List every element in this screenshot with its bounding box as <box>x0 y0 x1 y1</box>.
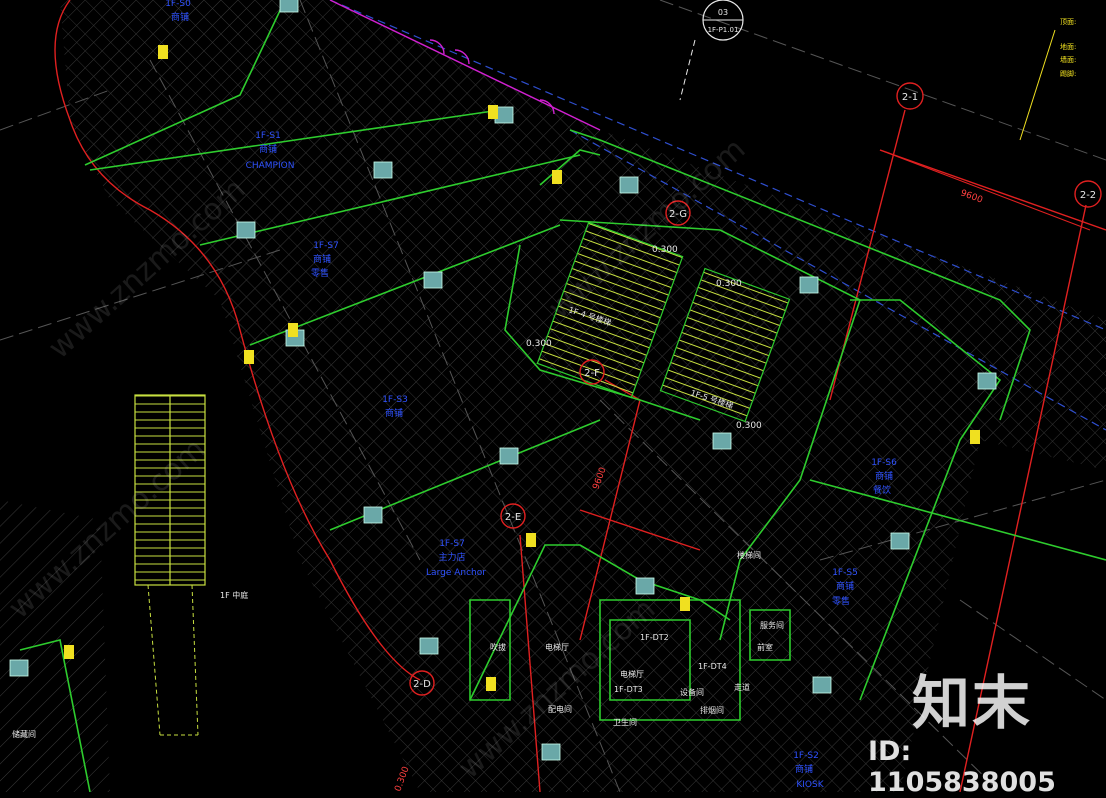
shop-code: 1F-S5 <box>832 568 858 578</box>
shop-sub: KIOSK <box>796 780 824 790</box>
shop-name: 商铺 <box>875 470 893 482</box>
note-line: 墙面: <box>1060 55 1076 64</box>
shop-code: 1F-S3 <box>382 395 408 405</box>
room-label: 卫生间 <box>613 717 637 727</box>
dimension-value: 0.300 <box>652 245 678 255</box>
dimension-value: 9600 <box>959 188 984 205</box>
room-label: 楼梯间 <box>737 550 761 560</box>
shop-sub: 零售 <box>311 267 329 279</box>
shop-code: 1F-S0 <box>165 0 191 9</box>
shop-name: 商铺 <box>385 407 403 419</box>
room-label: 前室 <box>757 642 773 652</box>
dimension-value: 0.300 <box>716 279 742 289</box>
room-label: 设备间 <box>680 687 704 697</box>
watermark-logo: 知末 <box>912 669 1033 737</box>
finish-notes: 顶面: 地面: 墙面: 踢脚: <box>1019 18 1076 141</box>
dimension-value: 0.300 <box>393 765 411 792</box>
grid-tag-label: 2-2 <box>1080 190 1096 201</box>
grid-tag-label: 2-1 <box>902 92 918 103</box>
shop-name: 商铺 <box>313 253 331 265</box>
shop-sub: CHAMPION <box>246 161 295 171</box>
elevator-label: 1F-DT4 <box>698 662 727 671</box>
shop-name: 商铺 <box>836 580 854 592</box>
note-line: 踢脚: <box>1060 69 1076 78</box>
section-tag-top: 03 <box>718 8 728 17</box>
dimension-value: 0.300 <box>736 421 762 431</box>
section-tag: 03 1F-P1.01 <box>679 0 744 101</box>
shop-sub: Large Anchor <box>426 568 486 578</box>
elevator-label: 1F-DT2 <box>640 633 669 642</box>
room-label: 吹拔 <box>490 642 506 652</box>
shop-name: 商铺 <box>795 763 813 775</box>
shop-sub: 零售 <box>832 595 850 607</box>
dimension-line <box>879 149 1091 231</box>
shop-code: 1F-S7 <box>439 539 465 549</box>
room-label: 电梯厅 <box>545 642 569 652</box>
note-line: 地面: <box>1060 42 1076 51</box>
grid-tag-2-1: 2-1 <box>896 82 924 110</box>
shop-code: 1F-S6 <box>871 458 897 468</box>
room-label: 走道 <box>734 682 750 692</box>
grid-tag-label: 2-F <box>584 368 600 379</box>
shop-code: 1F-S7 <box>313 241 339 251</box>
shop-sub: 餐饮 <box>873 484 891 496</box>
section-tag-bottom: 1F-P1.01 <box>708 26 739 34</box>
grid-tag-label: 2-D <box>413 679 431 690</box>
shop-code: 1F-S1 <box>255 131 281 141</box>
room-label: 排烟间 <box>700 705 724 715</box>
room-label: 服务间 <box>760 620 784 630</box>
dimension-value: 0.300 <box>526 339 552 349</box>
shop-name: 商铺 <box>259 143 277 155</box>
shop-name: 商铺 <box>171 11 189 23</box>
room-label: 1F 中庭 <box>220 590 248 600</box>
room-label: 储藏间 <box>12 729 36 739</box>
grid-tag-label: 2-E <box>505 512 521 523</box>
grid-tag-2-2: 2-2 <box>1074 180 1102 208</box>
room-label: 电梯厅 <box>620 669 644 679</box>
note-line: 顶面: <box>1060 18 1076 26</box>
watermark-id: ID: 1105838005 <box>868 736 1056 798</box>
shop-code: 1F-S2 <box>793 751 819 761</box>
elevator-label: 1F-DT3 <box>614 685 643 694</box>
shop-name: 主力店 <box>438 551 465 563</box>
